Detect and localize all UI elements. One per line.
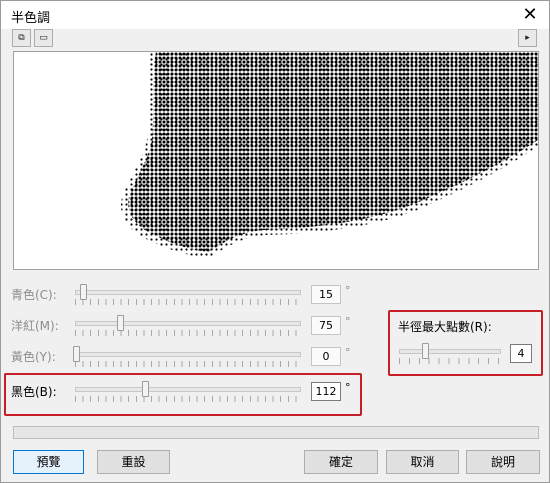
expand-menu-button[interactable]: ▸ — [518, 29, 537, 47]
close-icon[interactable]: ✕ — [519, 4, 541, 26]
cyan-slider-track[interactable] — [75, 290, 301, 295]
black-row-highlight — [4, 373, 362, 416]
single-preview-button[interactable]: ▭ — [34, 29, 53, 47]
split-preview-button[interactable]: ⧉ — [12, 29, 31, 47]
radius-group-highlight — [388, 310, 543, 376]
cyan-degree-unit: ° — [345, 284, 351, 297]
yellow-label: 黃色(Y): — [11, 350, 56, 364]
cyan-slider-row: 青色(C): 15 ° — [11, 284, 361, 306]
ok-button[interactable]: 確定 — [304, 450, 378, 474]
magenta-slider-track[interactable] — [75, 321, 301, 326]
preview-pane[interactable] — [13, 51, 539, 270]
cyan-slider-thumb[interactable] — [79, 284, 87, 300]
magenta-value-field[interactable]: 75 — [311, 316, 341, 335]
progress-bar — [13, 426, 539, 439]
halftone-dialog: 半色調 ✕ ⧉ ▭ ▸ 青色(C): 15 ° 洋紅(M): 75 ° 黃色(Y… — [0, 0, 550, 483]
yellow-value-field[interactable]: 0 — [311, 347, 341, 366]
magenta-slider-row: 洋紅(M): 75 ° — [11, 315, 361, 337]
cancel-button[interactable]: 取消 — [386, 450, 459, 474]
yellow-slider-thumb[interactable] — [73, 346, 80, 362]
yellow-slider-track[interactable] — [75, 352, 301, 357]
halftone-preview-image — [120, 52, 538, 258]
single-view-icon: ▭ — [39, 33, 48, 43]
magenta-degree-unit: ° — [345, 315, 351, 328]
magenta-slider-ticks — [75, 330, 301, 336]
cyan-label: 青色(C): — [11, 288, 57, 302]
yellow-slider-ticks — [75, 361, 301, 367]
split-view-icon: ⧉ — [18, 33, 25, 43]
magenta-slider-thumb[interactable] — [117, 315, 125, 331]
cyan-slider-ticks — [75, 299, 301, 305]
yellow-degree-unit: ° — [345, 346, 351, 359]
preview-button[interactable]: 預覽 — [13, 450, 84, 474]
help-button[interactable]: 說明 — [466, 450, 540, 474]
magenta-label: 洋紅(M): — [11, 319, 59, 333]
chevron-right-icon: ▸ — [525, 33, 530, 43]
reset-button[interactable]: 重設 — [97, 450, 170, 474]
title-bar: 半色調 ✕ — [1, 1, 549, 29]
dialog-title: 半色調 — [11, 11, 51, 26]
yellow-slider-row: 黃色(Y): 0 ° — [11, 346, 361, 368]
cyan-value-field[interactable]: 15 — [311, 285, 341, 304]
